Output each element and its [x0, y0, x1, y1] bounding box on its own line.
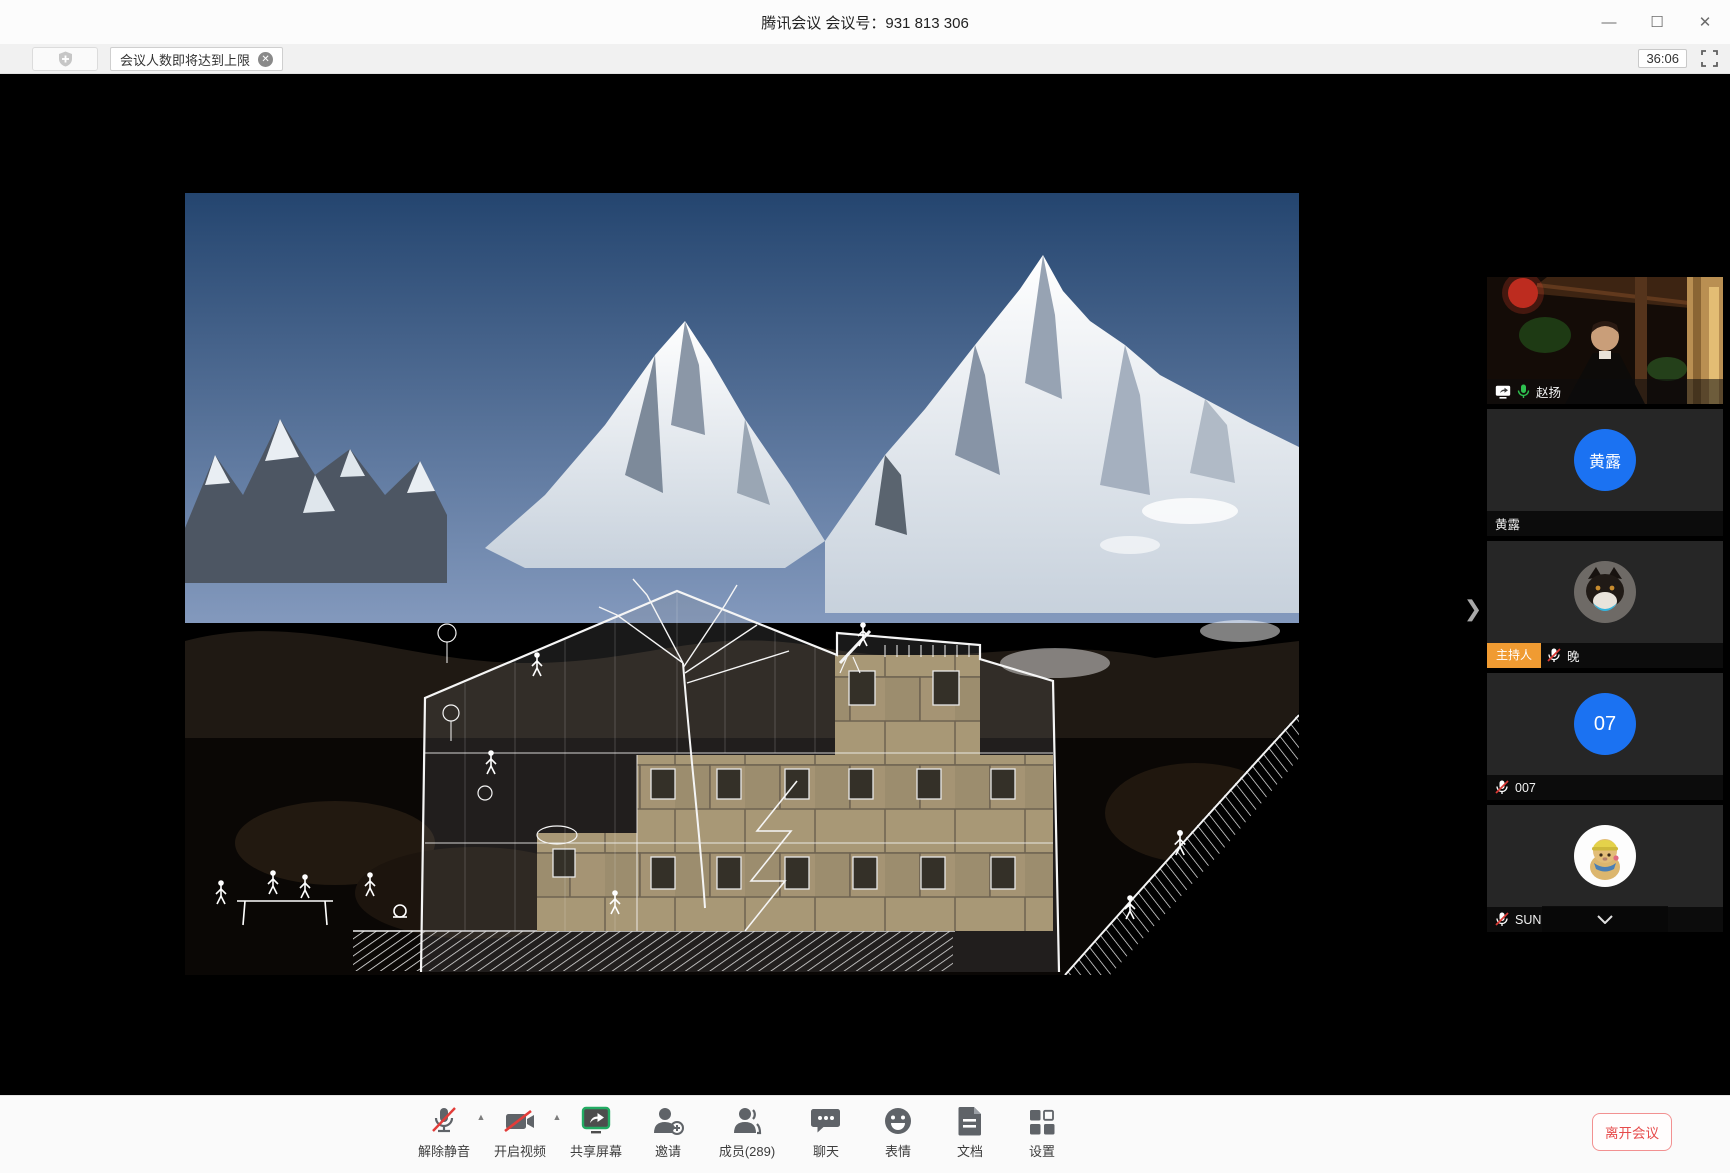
- avatar: [1574, 825, 1636, 887]
- fullscreen-icon[interactable]: [1701, 50, 1718, 67]
- share-screen-label: 共享屏幕: [570, 1141, 622, 1160]
- main-stage: ❯: [0, 74, 1730, 1095]
- screen-sharing-icon: [1495, 385, 1511, 399]
- document-icon: [957, 1106, 983, 1136]
- capacity-warning-tab: 会议人数即将达到上限 ✕: [110, 47, 283, 71]
- notice-bar: 会议人数即将达到上限 ✕ 36:06: [0, 44, 1730, 74]
- chat-icon: [811, 1106, 841, 1136]
- start-video-button[interactable]: 开启视频: [484, 1104, 556, 1160]
- window-title: 腾讯会议 会议号：931 813 306: [761, 12, 969, 33]
- mic-muted-icon: [1495, 780, 1509, 795]
- participant-name: 晚: [1567, 646, 1580, 665]
- avatar: [1574, 561, 1636, 623]
- window-titlebar: 腾讯会议 会议号：931 813 306 — ☐ ✕: [0, 0, 1730, 44]
- collapse-panel-button[interactable]: ❯: [1458, 592, 1488, 626]
- capacity-warning-text: 会议人数即将达到上限: [120, 50, 250, 69]
- security-shield-button[interactable]: [32, 47, 98, 71]
- members-label: 成员(289): [719, 1141, 775, 1160]
- host-badge: 主持人: [1487, 643, 1541, 668]
- participant-tile-zhaoyang[interactable]: 赵扬: [1487, 277, 1723, 404]
- docs-button[interactable]: 文档: [934, 1104, 1006, 1160]
- close-icon[interactable]: ✕: [1694, 11, 1716, 33]
- leave-meeting-button[interactable]: 离开会议: [1592, 1113, 1672, 1151]
- emoji-button[interactable]: 表情: [862, 1104, 934, 1160]
- participant-name: 黄露: [1495, 514, 1520, 533]
- docs-label: 文档: [957, 1141, 983, 1160]
- participant-tile-wan[interactable]: 主持人 晚: [1487, 541, 1723, 668]
- collapse-participant-list-button[interactable]: [1542, 906, 1668, 932]
- mic-on-icon: [1517, 384, 1530, 399]
- mic-muted-icon: [430, 1106, 458, 1136]
- maximize-icon[interactable]: ☐: [1646, 11, 1668, 33]
- settings-label: 设置: [1029, 1141, 1055, 1160]
- share-screen-button[interactable]: 共享屏幕: [560, 1104, 632, 1160]
- meeting-timer: 36:06: [1638, 49, 1687, 68]
- share-screen-icon: [579, 1106, 613, 1136]
- invite-label: 邀请: [655, 1141, 681, 1160]
- camera-off-icon: [503, 1108, 537, 1136]
- start-video-label: 开启视频: [494, 1141, 546, 1160]
- avatar: 07: [1574, 693, 1636, 755]
- unmute-button[interactable]: 解除静音: [408, 1104, 480, 1160]
- participant-panel: 赵扬 黄露 黄露: [1487, 277, 1723, 937]
- shared-screen-image: [185, 193, 1299, 975]
- invite-button[interactable]: 邀请: [632, 1104, 704, 1160]
- members-button[interactable]: 成员(289): [704, 1104, 790, 1160]
- participant-name: 007: [1515, 781, 1536, 795]
- settings-button[interactable]: 设置: [1006, 1104, 1078, 1160]
- mic-muted-icon: [1547, 648, 1561, 663]
- participant-name: SUN: [1515, 913, 1541, 927]
- chat-label: 聊天: [813, 1141, 839, 1160]
- invite-icon: [652, 1106, 684, 1136]
- participant-tile-sun[interactable]: SUN: [1487, 805, 1723, 932]
- control-toolbar: 解除静音 ▲ 开启视频 ▲ 共享屏幕: [0, 1095, 1730, 1173]
- members-icon: [731, 1106, 763, 1136]
- participant-tile-huanglu[interactable]: 黄露 黄露: [1487, 409, 1723, 536]
- tab-close-icon[interactable]: ✕: [258, 52, 273, 67]
- settings-grid-icon: [1028, 1108, 1056, 1136]
- participant-tile-007[interactable]: 07 007: [1487, 673, 1723, 800]
- participant-name: 赵扬: [1536, 382, 1561, 401]
- unmute-label: 解除静音: [418, 1141, 470, 1160]
- emoji-label: 表情: [885, 1141, 911, 1160]
- minimize-icon[interactable]: —: [1598, 11, 1620, 33]
- shield-icon: [58, 51, 73, 67]
- mic-muted-icon: [1495, 912, 1509, 927]
- emoji-icon: [883, 1106, 913, 1136]
- avatar: 黄露: [1574, 429, 1636, 491]
- chat-button[interactable]: 聊天: [790, 1104, 862, 1160]
- chevron-down-icon: [1597, 915, 1613, 924]
